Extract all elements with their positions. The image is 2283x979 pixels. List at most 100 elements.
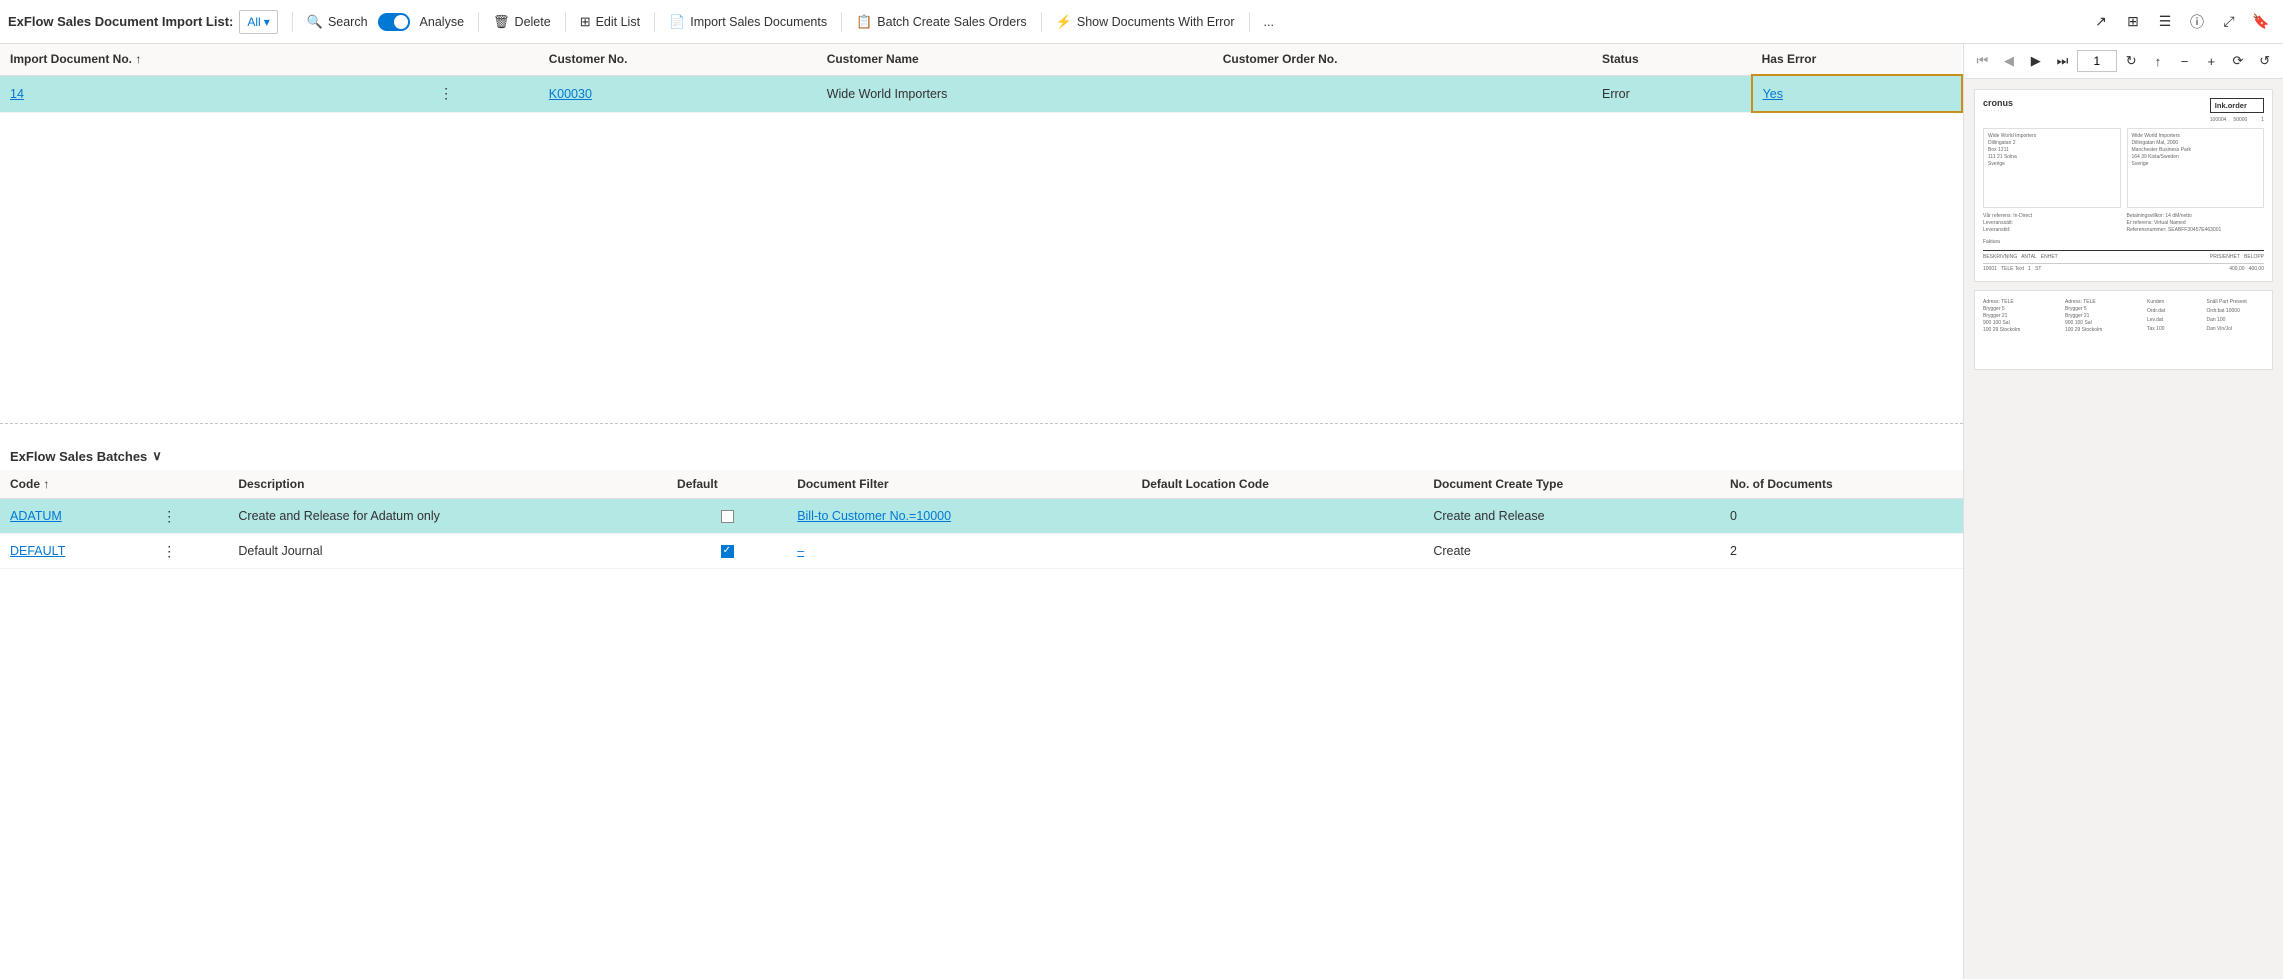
sep-5 bbox=[841, 12, 842, 32]
batch-create-type-cell: Create bbox=[1423, 534, 1720, 569]
batches-col-description[interactable]: Description bbox=[228, 470, 667, 499]
batches-row[interactable]: DEFAULT ⋮ Default Journal – Create 2 bbox=[0, 534, 1963, 569]
batches-section: ExFlow Sales Batches ∨ Code ↑ Descriptio… bbox=[0, 434, 1963, 569]
batches-col-create-type[interactable]: Document Create Type bbox=[1423, 470, 1720, 499]
col-status[interactable]: Status bbox=[1592, 44, 1752, 75]
edit-list-button[interactable]: ⊞ Edit List bbox=[572, 9, 648, 35]
col-customer-no[interactable]: Customer No. bbox=[539, 44, 817, 75]
doc-ref-right: Betalningsvillkor: 14 dM/netto Er refere… bbox=[2127, 213, 2265, 234]
filter-dropdown[interactable]: All ▾ bbox=[239, 10, 277, 34]
doc-invoice-label: Faktura bbox=[1983, 239, 2264, 246]
share-button[interactable]: ↗ bbox=[2087, 8, 2115, 36]
import-docs-button[interactable]: 📄 Import Sales Documents bbox=[661, 9, 835, 35]
show-errors-button[interactable]: ⚡ Show Documents With Error bbox=[1048, 9, 1243, 35]
batches-col-code[interactable]: Code ↑ bbox=[0, 470, 149, 499]
batches-col-doc-filter[interactable]: Document Filter bbox=[787, 470, 1131, 499]
bookmark-button[interactable]: 🔖 bbox=[2247, 8, 2275, 36]
expand-button[interactable]: ⤢ bbox=[2215, 8, 2243, 36]
sep-4 bbox=[654, 12, 655, 32]
batch-menu-button[interactable]: ⋮ bbox=[159, 506, 179, 526]
show-errors-label: Show Documents With Error bbox=[1077, 15, 1235, 29]
doc-header: cronus · · · · · Ink.order 100004 50000 … bbox=[1983, 98, 2264, 124]
col-customer-order-no[interactable]: Customer Order No. bbox=[1213, 44, 1592, 75]
batch-default-cell bbox=[667, 534, 787, 569]
delete-button[interactable]: 🗑 Delete bbox=[485, 9, 559, 35]
delete-icon: 🗑 bbox=[493, 14, 510, 30]
preview-prev-btn[interactable]: ◀ bbox=[1997, 48, 2022, 74]
batch-code-link[interactable]: DEFAULT bbox=[10, 544, 65, 558]
left-panel: Import Document No. ↑ Customer No. Custo… bbox=[0, 44, 1963, 979]
search-button[interactable]: 🔍 Search bbox=[299, 9, 376, 35]
batch-create-type-cell: Create and Release bbox=[1423, 499, 1720, 534]
import-table-section: Import Document No. ↑ Customer No. Custo… bbox=[0, 44, 1963, 113]
info-button[interactable]: ⓘ bbox=[2183, 8, 2211, 36]
default-checkbox[interactable] bbox=[721, 510, 734, 523]
batches-col-location-code[interactable]: Default Location Code bbox=[1132, 470, 1424, 499]
preview-fit-btn[interactable]: ⟳ bbox=[2226, 48, 2251, 74]
preview-zoom-out-btn[interactable]: − bbox=[2172, 48, 2197, 74]
share-icon: ↗ bbox=[2095, 13, 2107, 30]
doc-title: Ink.order bbox=[2210, 98, 2264, 113]
preview-reset-btn[interactable]: ↺ bbox=[2252, 48, 2277, 74]
analyse-button[interactable]: Analyse bbox=[412, 10, 472, 34]
batch-location-code-cell bbox=[1132, 499, 1424, 534]
has-error-cell: Yes bbox=[1752, 75, 1962, 112]
main-toolbar: ExFlow Sales Document Import List: All ▾… bbox=[0, 0, 2283, 44]
expand-icon: ⤢ bbox=[2223, 13, 2234, 30]
import-table: Import Document No. ↑ Customer No. Custo… bbox=[0, 44, 1963, 113]
filter-view-button[interactable]: ⊞ bbox=[2119, 8, 2147, 36]
preview-zoom-in-btn[interactable]: + bbox=[2199, 48, 2224, 74]
preview-page-input[interactable] bbox=[2077, 50, 2117, 72]
batch-doc-filter-cell: – bbox=[787, 534, 1131, 569]
list-view-button[interactable]: ☰ bbox=[2151, 8, 2179, 36]
search-label: Search bbox=[328, 15, 368, 29]
filter-icon: ⚡ bbox=[1056, 14, 1072, 30]
batches-title[interactable]: ExFlow Sales Batches ∨ bbox=[0, 442, 1963, 470]
analyse-toggle[interactable] bbox=[378, 13, 410, 31]
preview-toolbar: ⏮ ◀ ▶ ⏭ ↻ ↑ − + ⟳ ↺ bbox=[1964, 44, 2283, 79]
default-checkbox[interactable] bbox=[721, 545, 734, 558]
batch-no-docs-cell: 0 bbox=[1720, 499, 1963, 534]
batch-doc-filter-value[interactable]: – bbox=[797, 544, 804, 558]
batch-create-button[interactable]: 📋 Batch Create Sales Orders bbox=[848, 9, 1035, 35]
customer-no-value[interactable]: K00030 bbox=[549, 87, 592, 101]
col-has-error[interactable]: Has Error bbox=[1752, 44, 1962, 75]
batches-col-no-docs[interactable]: No. of Documents bbox=[1720, 470, 1963, 499]
sender-address: Wide World Importers Dillingatan 2 Box 1… bbox=[1988, 133, 2116, 168]
batches-col-default[interactable]: Default bbox=[667, 470, 787, 499]
table-row[interactable]: 14 ⋮ K00030 Wide World Importers Error Y… bbox=[0, 75, 1962, 112]
more-button[interactable]: ... bbox=[1256, 10, 1282, 34]
preview-first-btn[interactable]: ⏮ bbox=[1970, 48, 1995, 74]
batch-doc-filter-value[interactable]: Bill-to Customer No.=10000 bbox=[797, 509, 951, 523]
preview-export-btn[interactable]: ↑ bbox=[2146, 48, 2171, 74]
batch-menu-button[interactable]: ⋮ bbox=[159, 541, 179, 561]
sep-2 bbox=[478, 12, 479, 32]
col-customer-name[interactable]: Customer Name bbox=[817, 44, 1213, 75]
customer-no-cell: K00030 bbox=[539, 75, 817, 112]
status-cell: Error bbox=[1592, 75, 1752, 112]
batch-code-cell: DEFAULT bbox=[0, 534, 149, 569]
import-doc-no-link[interactable]: 14 bbox=[10, 87, 24, 101]
import-doc-no-cell: 14 bbox=[0, 75, 426, 112]
col-actions bbox=[426, 44, 539, 75]
row-menu-button[interactable]: ⋮ bbox=[436, 84, 456, 104]
doc-lower-content: Adress: TELEBrygger 5Brygger 21900 100 S… bbox=[1983, 299, 2264, 334]
doc-meta-lines: 100004 50000 1 bbox=[2210, 117, 2264, 124]
batch-create-label: Batch Create Sales Orders bbox=[877, 15, 1026, 29]
analyse-label: Analyse bbox=[420, 15, 464, 29]
more-label: ... bbox=[1264, 15, 1274, 29]
preview-refresh-btn[interactable]: ↻ bbox=[2119, 48, 2144, 74]
batches-row[interactable]: ADATUM ⋮ Create and Release for Adatum o… bbox=[0, 499, 1963, 534]
import-docs-icon: 📄 bbox=[669, 14, 685, 30]
doc-lower-mid: Adress: TELEBrygger 5Brygger 21900 100 S… bbox=[2065, 299, 2143, 334]
col-import-doc-no[interactable]: Import Document No. ↑ bbox=[0, 44, 426, 75]
batch-menu-cell: ⋮ bbox=[149, 534, 228, 569]
preview-last-btn[interactable]: ⏭ bbox=[2050, 48, 2075, 74]
batches-title-text: ExFlow Sales Batches bbox=[10, 449, 147, 464]
has-error-value[interactable]: Yes bbox=[1763, 87, 1783, 101]
info-icon: ⓘ bbox=[2190, 12, 2204, 32]
preview-next-btn[interactable]: ▶ bbox=[2023, 48, 2048, 74]
company-logo: cronus bbox=[1983, 98, 2013, 108]
batch-code-link[interactable]: ADATUM bbox=[10, 509, 62, 523]
delete-label: Delete bbox=[515, 15, 551, 29]
